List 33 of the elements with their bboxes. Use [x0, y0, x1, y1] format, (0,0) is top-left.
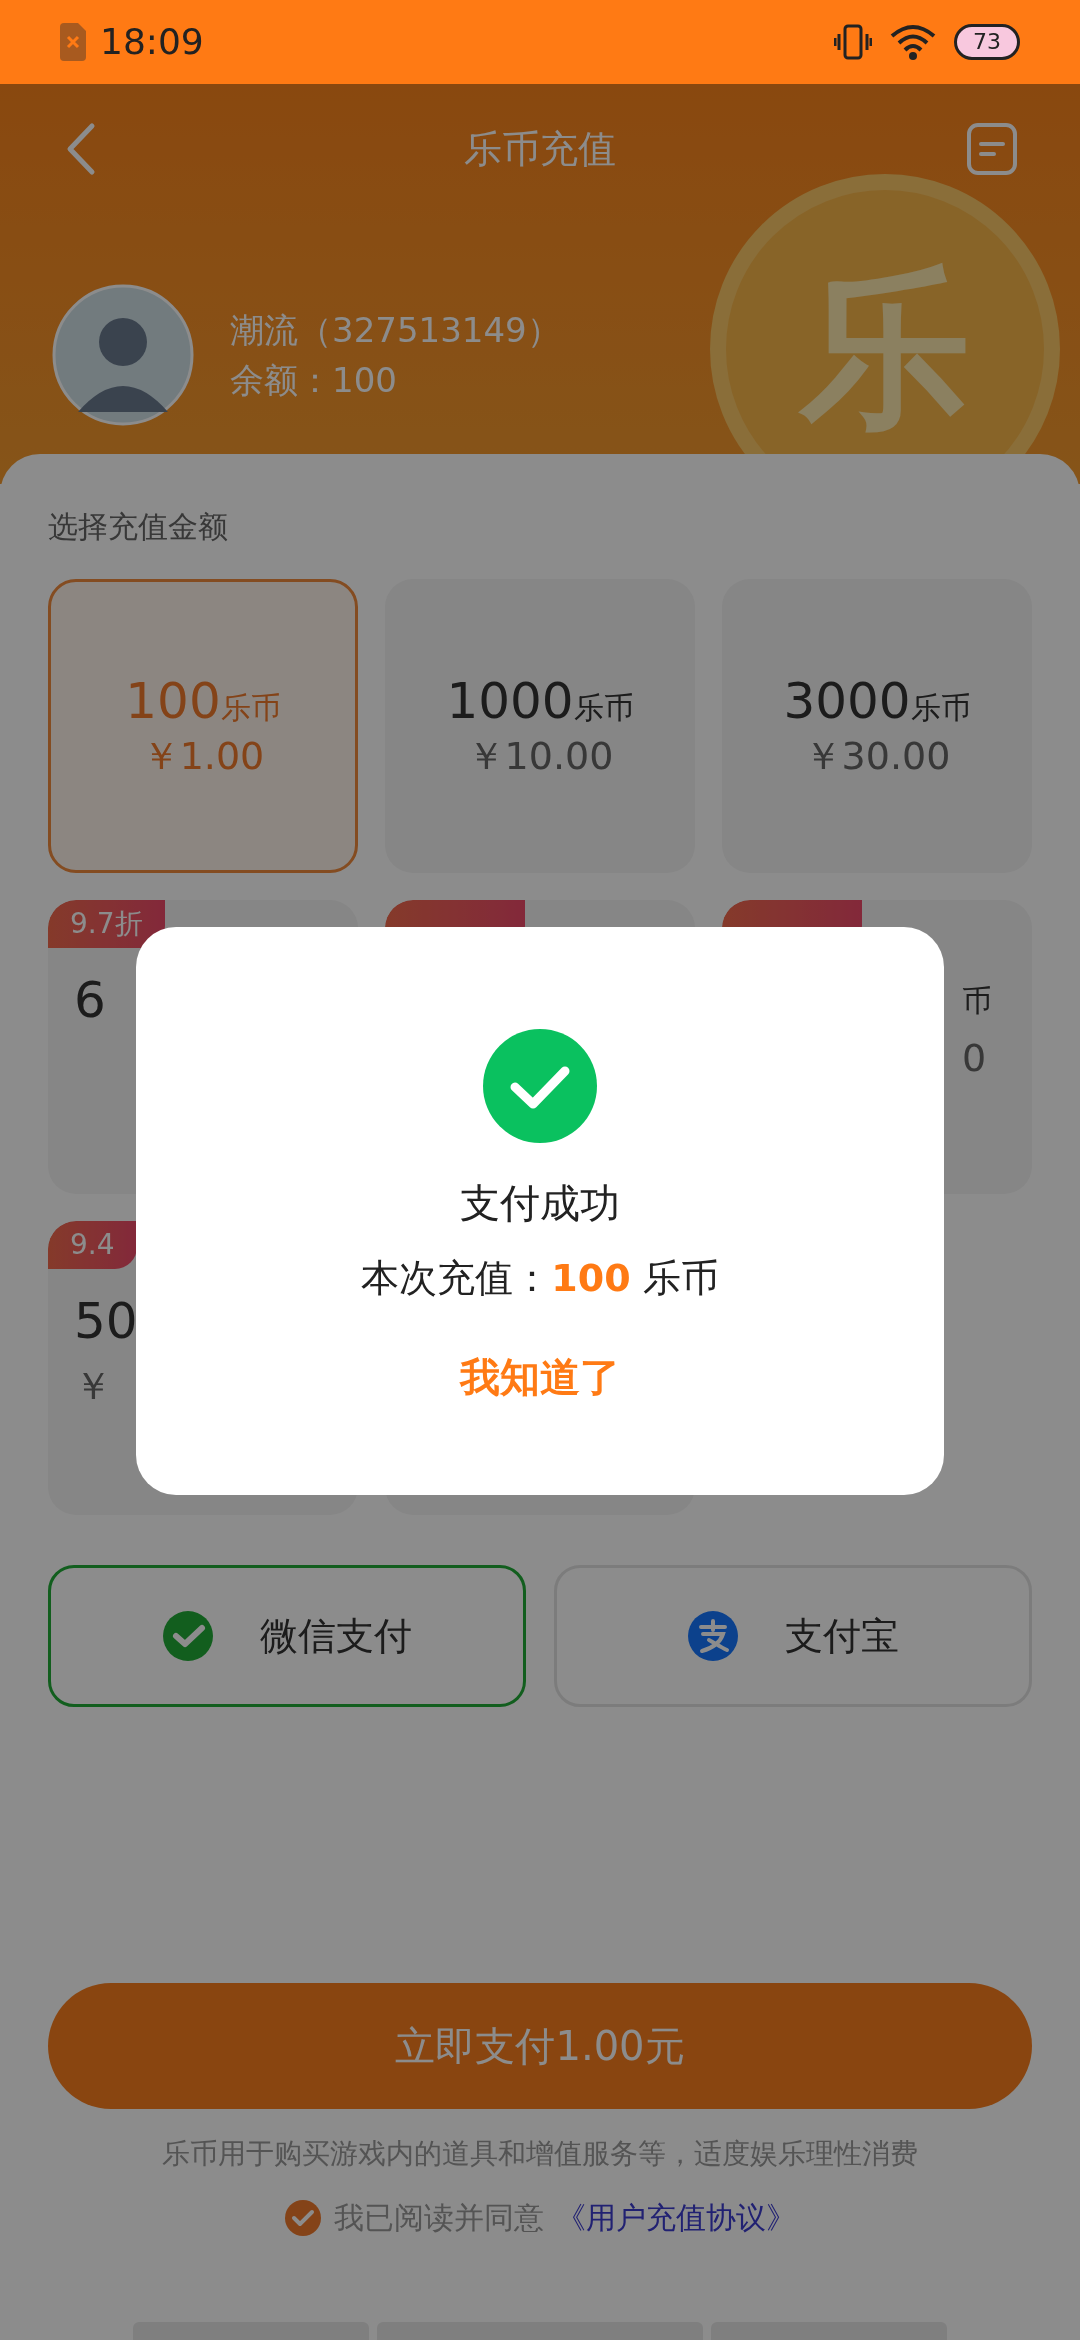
confirm-button[interactable]: 我知道了	[460, 1357, 620, 1397]
dialog-title: 支付成功	[460, 1183, 620, 1223]
coin-unit: 乐币	[573, 689, 634, 727]
battery-indicator: 73	[954, 24, 1020, 60]
price-text: ￥30.00	[803, 733, 951, 780]
coin-unit: 乐币	[910, 689, 971, 727]
coin-glyph: 乐	[800, 264, 970, 434]
coin-amount: 100	[125, 671, 221, 731]
coin-amount: 1000	[446, 671, 574, 731]
amount-option[interactable]: 3000乐币 ￥30.00	[722, 579, 1032, 873]
clock-text: 18:09	[100, 20, 204, 64]
user-name: 潮流（327513149）	[230, 313, 561, 347]
balance-text: 余额：100	[230, 363, 398, 397]
coin-amount: 6	[74, 970, 106, 1030]
coin-amount: 50	[74, 1291, 138, 1351]
amount-option[interactable]: 1000乐币 ￥10.00	[385, 579, 695, 873]
price-text: 0	[962, 1035, 988, 1082]
notice-text: 乐币用于购买游戏内的道具和增值服务等，适度娱乐理性消费	[162, 2136, 918, 2172]
discount-badge: 9.7折	[48, 900, 165, 948]
payment-option[interactable]: 支付宝	[554, 1565, 1032, 1707]
coin-unit: 乐币	[220, 689, 281, 727]
agreement-link[interactable]: 《用户充值协议》	[556, 2195, 796, 2240]
coin-amount: 3000	[783, 671, 911, 731]
price-text: ￥10.00	[466, 733, 614, 780]
dialog-message: 本次充值：100 乐币	[361, 1259, 719, 1297]
price-text: ￥	[74, 1363, 113, 1410]
payment-option[interactable]: 微信支付	[48, 1565, 526, 1707]
page-title: 乐币充值	[464, 125, 616, 173]
agree-text: 我已阅读并同意	[334, 2199, 544, 2237]
section-title: 选择充值金额	[48, 508, 229, 546]
discount-badge: 9.4	[48, 1221, 137, 1269]
coin-unit: 币	[962, 982, 992, 1020]
price-text: ￥1.00	[141, 733, 265, 780]
